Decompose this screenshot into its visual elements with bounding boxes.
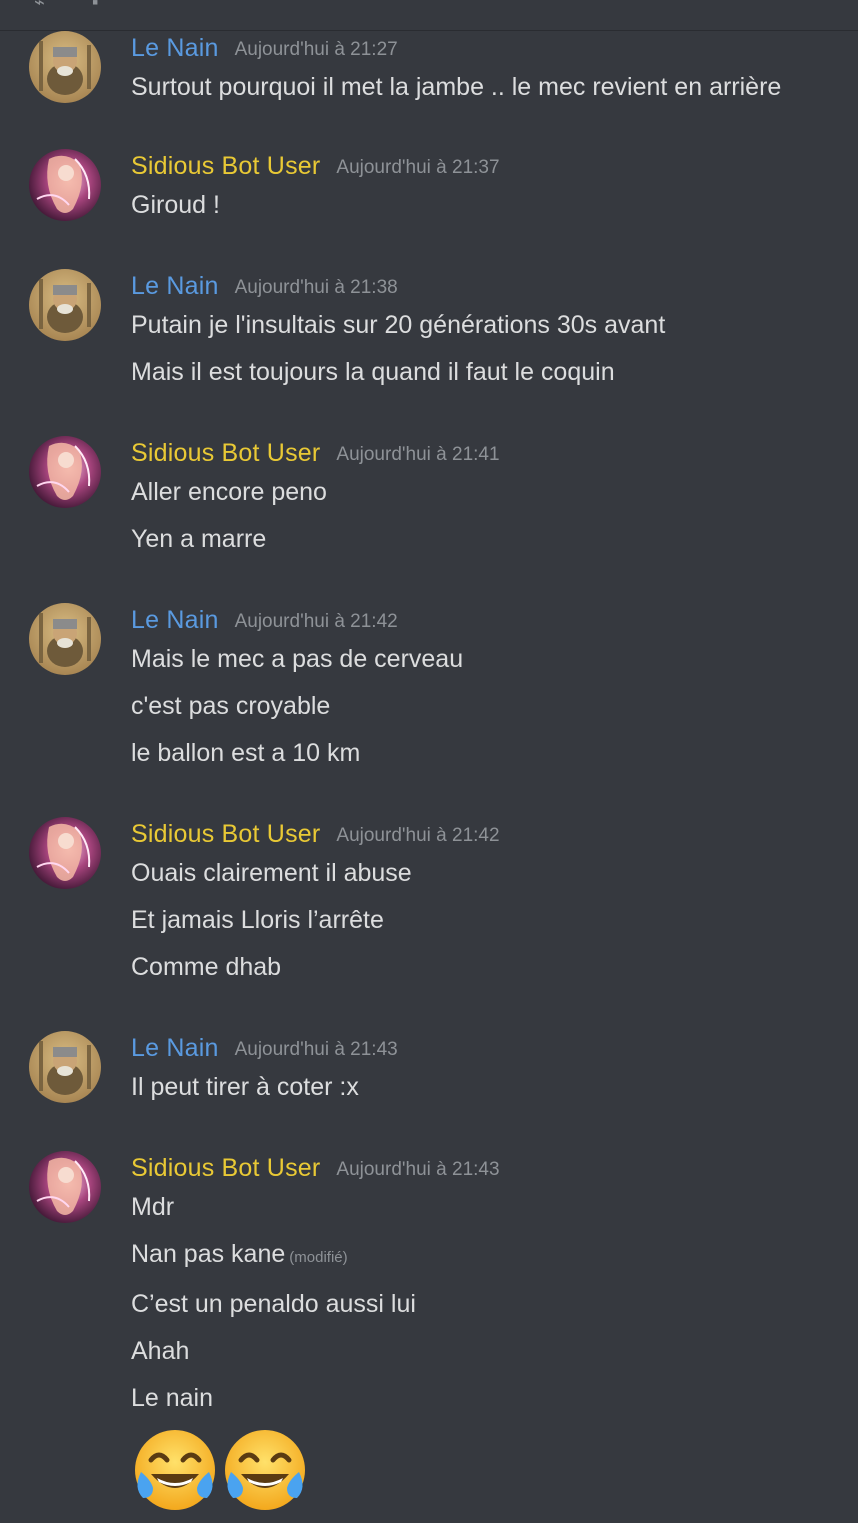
message-group: Sidious Bot User Aujourd'hui à 21:43 Mdr… [0, 1151, 858, 1514]
message-text: Comme dhab [131, 953, 282, 981]
message-text: Nan pas kane (modifié) [131, 1231, 848, 1281]
message-text: Le nain [131, 1384, 214, 1412]
message-group: Sidious Bot User Aujourd'hui à 21:42 Oua… [0, 817, 858, 991]
timestamp: Aujourd'hui à 21:41 [336, 444, 500, 465]
author-name[interactable]: Le Nain [131, 272, 219, 301]
message-text: Yen a marre [131, 525, 267, 553]
message-group: Le Nain Aujourd'hui à 21:43 Il peut tire… [0, 1031, 858, 1111]
tears-of-joy-emoji-icon[interactable] [221, 1426, 309, 1514]
author-name[interactable]: Sidious Bot User [131, 820, 320, 849]
avatar-sidious-bot-user[interactable] [29, 436, 101, 508]
message-group: Sidious Bot User Aujourd'hui à 21:37 Gir… [0, 149, 858, 229]
channel-top-bar: ⌁ ▪ [0, 0, 858, 31]
message-text: Mais il est toujours la quand il faut le… [131, 358, 615, 386]
timestamp: Aujourd'hui à 21:42 [336, 825, 500, 846]
message-text: Il peut tirer à coter :x [131, 1073, 359, 1101]
top-icon-partial-2[interactable]: ▪ [92, 0, 98, 13]
message-text: Et jamais Lloris l’arrête [131, 906, 384, 934]
author-name[interactable]: Le Nain [131, 34, 219, 63]
avatar-sidious-bot-user[interactable] [29, 1151, 101, 1223]
tears-of-joy-emoji-icon[interactable] [131, 1426, 219, 1514]
timestamp: Aujourd'hui à 21:42 [234, 611, 398, 632]
timestamp: Aujourd'hui à 21:43 [336, 1159, 500, 1180]
message-text: le ballon est a 10 km [131, 739, 361, 767]
timestamp: Aujourd'hui à 21:37 [336, 157, 500, 178]
message-text: Putain je l'insultais sur 20 générations… [131, 311, 666, 339]
avatar-le-nain[interactable] [29, 269, 101, 341]
author-name[interactable]: Sidious Bot User [131, 152, 320, 181]
author-name[interactable]: Le Nain [131, 1034, 219, 1063]
timestamp: Aujourd'hui à 21:27 [234, 39, 398, 60]
message-text: c'est pas croyable [131, 692, 331, 720]
message-text: Ouais clairement il abuse [131, 859, 412, 887]
timestamp: Aujourd'hui à 21:43 [234, 1039, 398, 1060]
timestamp: Aujourd'hui à 21:38 [234, 277, 398, 298]
edited-label: (modifié) [289, 1249, 348, 1266]
message-text: C’est un penaldo aussi lui [131, 1290, 416, 1318]
message-text: Mais le mec a pas de cerveau [131, 645, 464, 673]
message-text: Giroud ! [131, 191, 220, 219]
avatar-le-nain[interactable] [29, 603, 101, 675]
avatar-sidious-bot-user[interactable] [29, 817, 101, 889]
author-name[interactable]: Sidious Bot User [131, 439, 320, 468]
message-text: Ahah [131, 1337, 190, 1365]
avatar-le-nain[interactable] [29, 31, 101, 103]
message-text: Surtout pourquoi il met la jambe .. le m… [131, 73, 782, 101]
message-group: Le Nain Aujourd'hui à 21:27 Surtout pour… [0, 31, 858, 111]
author-name[interactable]: Le Nain [131, 606, 219, 635]
message-text: Mdr [131, 1193, 175, 1221]
message-text: Aller encore peno [131, 478, 327, 506]
message-group: Sidious Bot User Aujourd'hui à 21:41 All… [0, 436, 858, 563]
message-text-content: Nan pas kane [131, 1240, 286, 1268]
top-icon-partial[interactable]: ⌁ [34, 0, 45, 13]
author-name[interactable]: Sidious Bot User [131, 1154, 320, 1183]
message-group: Le Nain Aujourd'hui à 21:42 Mais le mec … [0, 603, 858, 777]
avatar-sidious-bot-user[interactable] [29, 149, 101, 221]
message-group: Le Nain Aujourd'hui à 21:38 Putain je l'… [0, 269, 858, 396]
avatar-le-nain[interactable] [29, 1031, 101, 1103]
emoji-row [131, 1426, 848, 1514]
message-list: Le Nain Aujourd'hui à 21:27 Surtout pour… [0, 31, 858, 1514]
